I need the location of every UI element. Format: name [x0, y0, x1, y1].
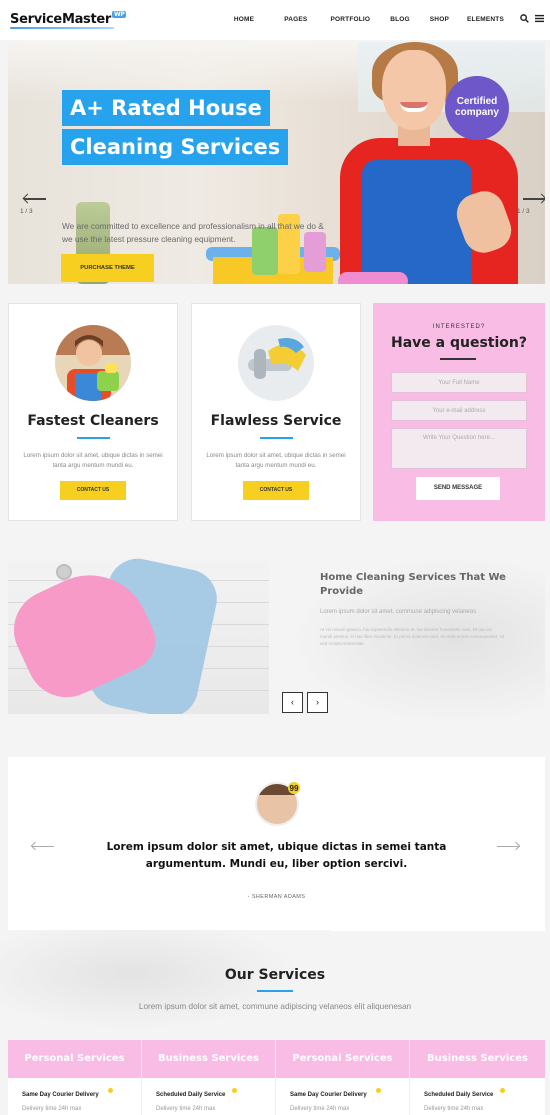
hero-title-line2: Cleaning Services — [62, 129, 289, 165]
dot-icon — [376, 1088, 381, 1093]
service-column: Business Services Scheduled Daily Servic… — [410, 1040, 545, 1115]
slide-counter-right: 1 / 3 — [517, 208, 530, 215]
services-title: Our Services — [224, 967, 326, 983]
form-divider — [440, 358, 476, 360]
nav-item-shop[interactable]: SHOP — [430, 16, 449, 23]
hero-title-line1: A+ Rated House — [62, 90, 270, 126]
service-column-head: Personal Services — [8, 1040, 141, 1078]
search-icon[interactable] — [520, 14, 529, 25]
feature-card: Fastest Cleaners Lorem ipsum dolor sit a… — [8, 303, 178, 521]
purchase-theme-button[interactable]: PURCHASE THEME — [61, 254, 154, 282]
about-subtitle: Lorem ipsum dolor sit amet, commune adip… — [320, 609, 477, 615]
site-header: ServiceMaster WP HOME PAGES PORTFOLIO BLO… — [0, 0, 550, 40]
service-column-head: Business Services — [142, 1040, 275, 1078]
card-divider — [260, 437, 293, 439]
cleaner-photo — [55, 325, 131, 401]
certified-company-badge: Certified company — [445, 76, 509, 140]
name-field[interactable]: Your Full Name — [391, 372, 527, 393]
card-divider — [77, 437, 110, 439]
quote-icon: 99 — [288, 782, 300, 794]
card-title: Flawless Service — [210, 413, 342, 429]
hero-description: We are committed to excellence and profe… — [62, 221, 324, 244]
arrow-left-icon[interactable] — [32, 846, 54, 847]
slide-counter-left: 1 / 3 — [20, 208, 33, 215]
services-divider — [257, 990, 293, 992]
service-item[interactable]: Same Day Courier Delivery — [22, 1092, 99, 1098]
services-background — [0, 930, 330, 1040]
main-nav: HOME PAGES PORTFOLIO BLOG SHOP ELEMENTS — [234, 16, 504, 23]
dot-icon — [232, 1088, 237, 1093]
service-meta: Delivery time 24h max — [22, 1106, 82, 1112]
nav-item-home[interactable]: HOME — [234, 16, 254, 23]
contact-us-button[interactable]: CONTACT US — [60, 481, 126, 500]
service-column-head: Business Services — [410, 1040, 545, 1078]
email-field[interactable]: Your e-mail address — [391, 400, 527, 421]
nav-item-portfolio[interactable]: PORTFOLIO — [330, 16, 370, 23]
arrow-left-icon[interactable] — [24, 198, 46, 200]
service-meta: Delivery time 24h max — [424, 1106, 484, 1112]
form-kicker: INTERESTED? — [432, 324, 486, 330]
dot-icon — [500, 1088, 505, 1093]
service-column: Personal Services Same Day Courier Deliv… — [8, 1040, 142, 1115]
logo-underline — [10, 27, 114, 29]
faucet-photo — [238, 325, 314, 401]
testimonial-author: - SHERMAN ADAMS — [247, 894, 306, 900]
logo-text: ServiceMaster — [10, 12, 112, 27]
cleaning-cloth — [338, 272, 408, 284]
service-item[interactable]: Scheduled Daily Service — [424, 1092, 493, 1098]
feature-card: Flawless Service Lorem ipsum dolor sit a… — [191, 303, 361, 521]
send-message-button[interactable]: SEND MESSAGE — [416, 477, 500, 500]
contact-us-button[interactable]: CONTACT US — [243, 481, 309, 500]
about-title: Home Cleaning Services That We Provide — [320, 572, 506, 597]
card-title: Fastest Cleaners — [27, 413, 159, 429]
question-form: INTERESTED? Have a question? Your Full N… — [373, 303, 545, 521]
nav-item-blog[interactable]: BLOG — [390, 16, 410, 23]
service-meta: Delivery time 24h max — [290, 1106, 350, 1112]
arrow-right-icon[interactable] — [523, 198, 545, 200]
testimonial-text: Lorem ipsum dolor sit amet, ubique dicta… — [106, 841, 447, 870]
card-text: Lorem ipsum dolor sit amet, ubique dicta… — [206, 452, 346, 469]
site-logo[interactable]: ServiceMaster WP — [10, 11, 127, 27]
dot-icon — [108, 1088, 113, 1093]
chevron-left-icon[interactable]: ‹ — [282, 692, 303, 713]
arrow-right-icon[interactable] — [497, 846, 519, 847]
chevron-right-icon[interactable]: › — [307, 692, 328, 713]
nav-item-pages[interactable]: PAGES — [284, 16, 307, 23]
question-textarea[interactable]: Write Your Question here... — [391, 428, 527, 469]
testimonial-section: 99 Lorem ipsum dolor sit amet, ubique di… — [8, 757, 545, 931]
nav-item-elements[interactable]: ELEMENTS — [467, 16, 504, 23]
service-column-head: Personal Services — [276, 1040, 409, 1078]
service-item[interactable]: Scheduled Daily Service — [156, 1092, 225, 1098]
hamburger-menu-icon[interactable] — [535, 14, 544, 25]
cleaning-glove-image — [8, 558, 269, 714]
service-item[interactable]: Same Day Courier Delivery — [290, 1092, 367, 1098]
service-meta: Delivery time 24h max — [156, 1106, 216, 1112]
about-text: At vix novum graeco, his expetendis detr… — [320, 627, 505, 646]
service-column: Personal Services Same Day Courier Deliv… — [276, 1040, 410, 1115]
service-column: Business Services Scheduled Daily Servic… — [142, 1040, 276, 1115]
logo-badge: WP — [112, 11, 127, 18]
services-subtitle: Lorem ipsum dolor sit amet, commune adip… — [138, 1002, 412, 1011]
card-text: Lorem ipsum dolor sit amet, ubique dicta… — [23, 452, 163, 469]
form-title: Have a question? — [391, 335, 527, 351]
hero-woman-image — [340, 42, 545, 284]
